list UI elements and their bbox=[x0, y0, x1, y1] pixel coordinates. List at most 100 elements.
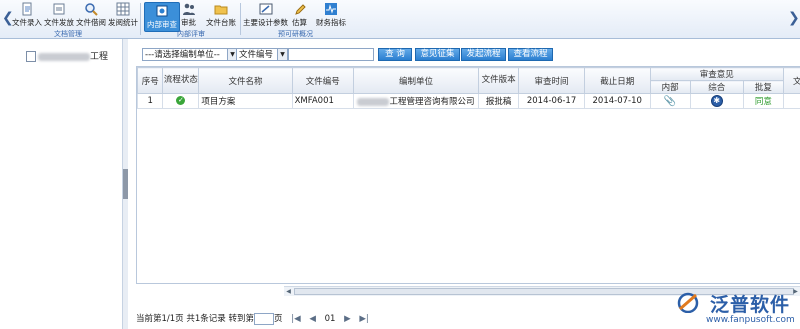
tool-finance-index[interactable]: 财务指标 bbox=[316, 2, 346, 28]
tool-label: 文件借阅 bbox=[76, 18, 106, 27]
project-tree: 工程 bbox=[0, 39, 123, 329]
search-input[interactable] bbox=[288, 48, 374, 61]
col-header-file-name[interactable]: 文件名称 bbox=[198, 67, 293, 94]
group-label-doc: 文档管理 bbox=[54, 30, 82, 38]
tool-estimate[interactable]: 估算 bbox=[292, 2, 307, 28]
unit-select-value: ---请选择编制单位-- bbox=[145, 50, 220, 60]
pager-summary: 当前第1/1页 共1条记录 转到第 bbox=[136, 314, 254, 324]
brand-logo: 泛普软件 www.fanpusoft.com bbox=[670, 287, 800, 329]
tool-label: 主要设计参数 bbox=[243, 18, 288, 27]
tool-approval[interactable]: 审批 bbox=[181, 2, 196, 28]
tool-file-issue[interactable]: 文件发放 bbox=[44, 2, 74, 28]
field-select[interactable]: 文件编号 ▼ bbox=[236, 48, 288, 61]
group-label-feasibility: 预可研概况 bbox=[278, 30, 313, 38]
cell-overall: ✱ bbox=[689, 93, 744, 109]
toolbar-divider bbox=[140, 3, 141, 35]
tool-label: 文件发放 bbox=[44, 18, 74, 27]
tool-file-entry[interactable]: 文件录入 bbox=[12, 2, 42, 28]
redacted-unit-prefix bbox=[357, 97, 390, 106]
pager-page-suffix: 页 bbox=[274, 314, 283, 324]
start-flow-button[interactable]: 发起流程 bbox=[461, 48, 506, 61]
logo-mark-icon bbox=[677, 292, 699, 313]
cell-file-count: 20 bbox=[782, 93, 800, 109]
tool-label: 文件录入 bbox=[12, 18, 42, 27]
tool-label: 估算 bbox=[292, 18, 307, 27]
tool-design-params[interactable]: 主要设计参数 bbox=[243, 2, 288, 28]
tool-label: 内部审查 bbox=[147, 20, 177, 29]
col-header-file-no[interactable]: 文件编号 bbox=[291, 67, 355, 94]
tool-label: 审批 bbox=[181, 18, 196, 27]
col-header-file-version[interactable]: 文件版本 bbox=[477, 67, 520, 94]
file-issue-icon bbox=[53, 3, 65, 15]
review-table: 序号 流程状态 文件名称 文件编号 编制单位 文件版本 审查时间 截止日期 审查… bbox=[136, 66, 800, 284]
folder-icon bbox=[214, 5, 228, 15]
cell-seq: 1 bbox=[137, 93, 164, 109]
col-header-overall[interactable]: 综合 bbox=[689, 80, 744, 94]
tool-issue-stats[interactable]: 发阅统计 bbox=[108, 2, 138, 28]
field-select-value: 文件编号 bbox=[239, 50, 274, 60]
query-button[interactable]: 查 询 bbox=[378, 48, 412, 61]
unit-select[interactable]: ---请选择编制单位-- ▼ bbox=[142, 48, 238, 61]
col-header-opinion-group: 审查意见 bbox=[649, 67, 784, 81]
cell-review-time: 2014-06-17 bbox=[518, 93, 585, 109]
cell-flow-status: ✓ bbox=[162, 93, 200, 109]
review-icon bbox=[156, 5, 168, 17]
chart-pulse-icon bbox=[325, 3, 337, 15]
toolbar-right-arrow-icon[interactable]: ❯ bbox=[788, 8, 800, 28]
last-page-icon[interactable]: ▶| bbox=[359, 314, 368, 324]
current-page: 01 bbox=[324, 314, 336, 324]
tree-item-project[interactable]: 工程 bbox=[26, 49, 108, 62]
document-icon bbox=[26, 51, 36, 62]
gear-icon[interactable]: ✱ bbox=[710, 95, 723, 107]
prev-page-icon[interactable]: ◀ bbox=[309, 314, 316, 324]
tool-label: 文件台账 bbox=[206, 18, 236, 27]
table-row[interactable]: 1 ✓ 项目方案 XMFA001 工程管理咨询有限公司 报批稿 2014-06-… bbox=[137, 93, 800, 109]
panel-splitter[interactable] bbox=[123, 39, 128, 329]
opinion-collect-button[interactable]: 意见征集 bbox=[415, 48, 460, 61]
logo-url: www.fanpusoft.com bbox=[706, 315, 795, 325]
paperclip-icon[interactable]: 📎 bbox=[664, 96, 676, 107]
magnifier-icon bbox=[85, 3, 98, 16]
data-table: 序号 流程状态 文件名称 文件编号 编制单位 文件版本 审查时间 截止日期 审查… bbox=[137, 67, 800, 109]
tool-label: 发阅统计 bbox=[108, 18, 138, 27]
tool-file-borrow[interactable]: 文件借阅 bbox=[76, 2, 106, 28]
dropdown-arrow-icon[interactable]: ▼ bbox=[277, 49, 287, 60]
col-header-internal[interactable]: 内部 bbox=[649, 80, 691, 94]
col-header-review-time[interactable]: 审查时间 bbox=[518, 67, 585, 94]
pager: 当前第1/1页 共1条记录 转到第 页 |◀ ◀ 01 ▶ ▶| bbox=[136, 312, 369, 325]
cell-unit: 工程管理咨询有限公司 bbox=[353, 93, 479, 109]
col-header-approval[interactable]: 批复 bbox=[742, 80, 784, 94]
cell-file-name[interactable]: 项目方案 bbox=[198, 93, 293, 109]
cell-deadline: 2014-07-10 bbox=[583, 93, 651, 109]
splitter-grip[interactable] bbox=[123, 169, 128, 199]
check-circle-icon: ✓ bbox=[176, 96, 186, 105]
redacted-project-name bbox=[38, 52, 90, 61]
tool-internal-review[interactable]: 内部审查 bbox=[144, 2, 180, 32]
col-header-file-count[interactable]: 文件数量 bbox=[782, 67, 800, 94]
col-header-unit[interactable]: 编制单位 bbox=[353, 67, 479, 94]
people-icon bbox=[182, 3, 195, 15]
cell-file-version: 报批稿 bbox=[477, 93, 520, 109]
logo-name: 泛普软件 bbox=[710, 294, 791, 316]
scroll-left-icon[interactable]: ◀ bbox=[284, 287, 293, 296]
cell-approval[interactable]: 同意 bbox=[742, 93, 784, 109]
col-header-flow-status[interactable]: 流程状态 bbox=[162, 67, 200, 94]
col-header-seq[interactable]: 序号 bbox=[137, 67, 164, 94]
file-entry-icon bbox=[22, 2, 32, 16]
first-page-icon[interactable]: |◀ bbox=[291, 314, 300, 324]
tool-file-ledger[interactable]: 文件台账 bbox=[206, 2, 236, 28]
view-flow-button[interactable]: 查看流程 bbox=[508, 48, 553, 61]
toolbar-divider bbox=[240, 3, 241, 35]
toolbar-left-arrow-icon[interactable]: ❮ bbox=[2, 8, 14, 28]
next-page-icon[interactable]: ▶ bbox=[344, 314, 351, 324]
cell-file-no: XMFA001 bbox=[291, 93, 355, 109]
tree-item-label: 工程 bbox=[90, 52, 109, 62]
tool-label: 财务指标 bbox=[316, 18, 346, 27]
pencil-icon bbox=[294, 4, 306, 15]
goto-page-input[interactable] bbox=[254, 312, 274, 325]
col-header-deadline[interactable]: 截止日期 bbox=[583, 67, 651, 94]
table-grid-icon bbox=[116, 2, 130, 16]
unit-suffix: 工程管理咨询有限公司 bbox=[389, 97, 475, 107]
group-label-review: 内部评审 bbox=[177, 30, 205, 38]
cell-internal: 📎 bbox=[649, 93, 691, 109]
